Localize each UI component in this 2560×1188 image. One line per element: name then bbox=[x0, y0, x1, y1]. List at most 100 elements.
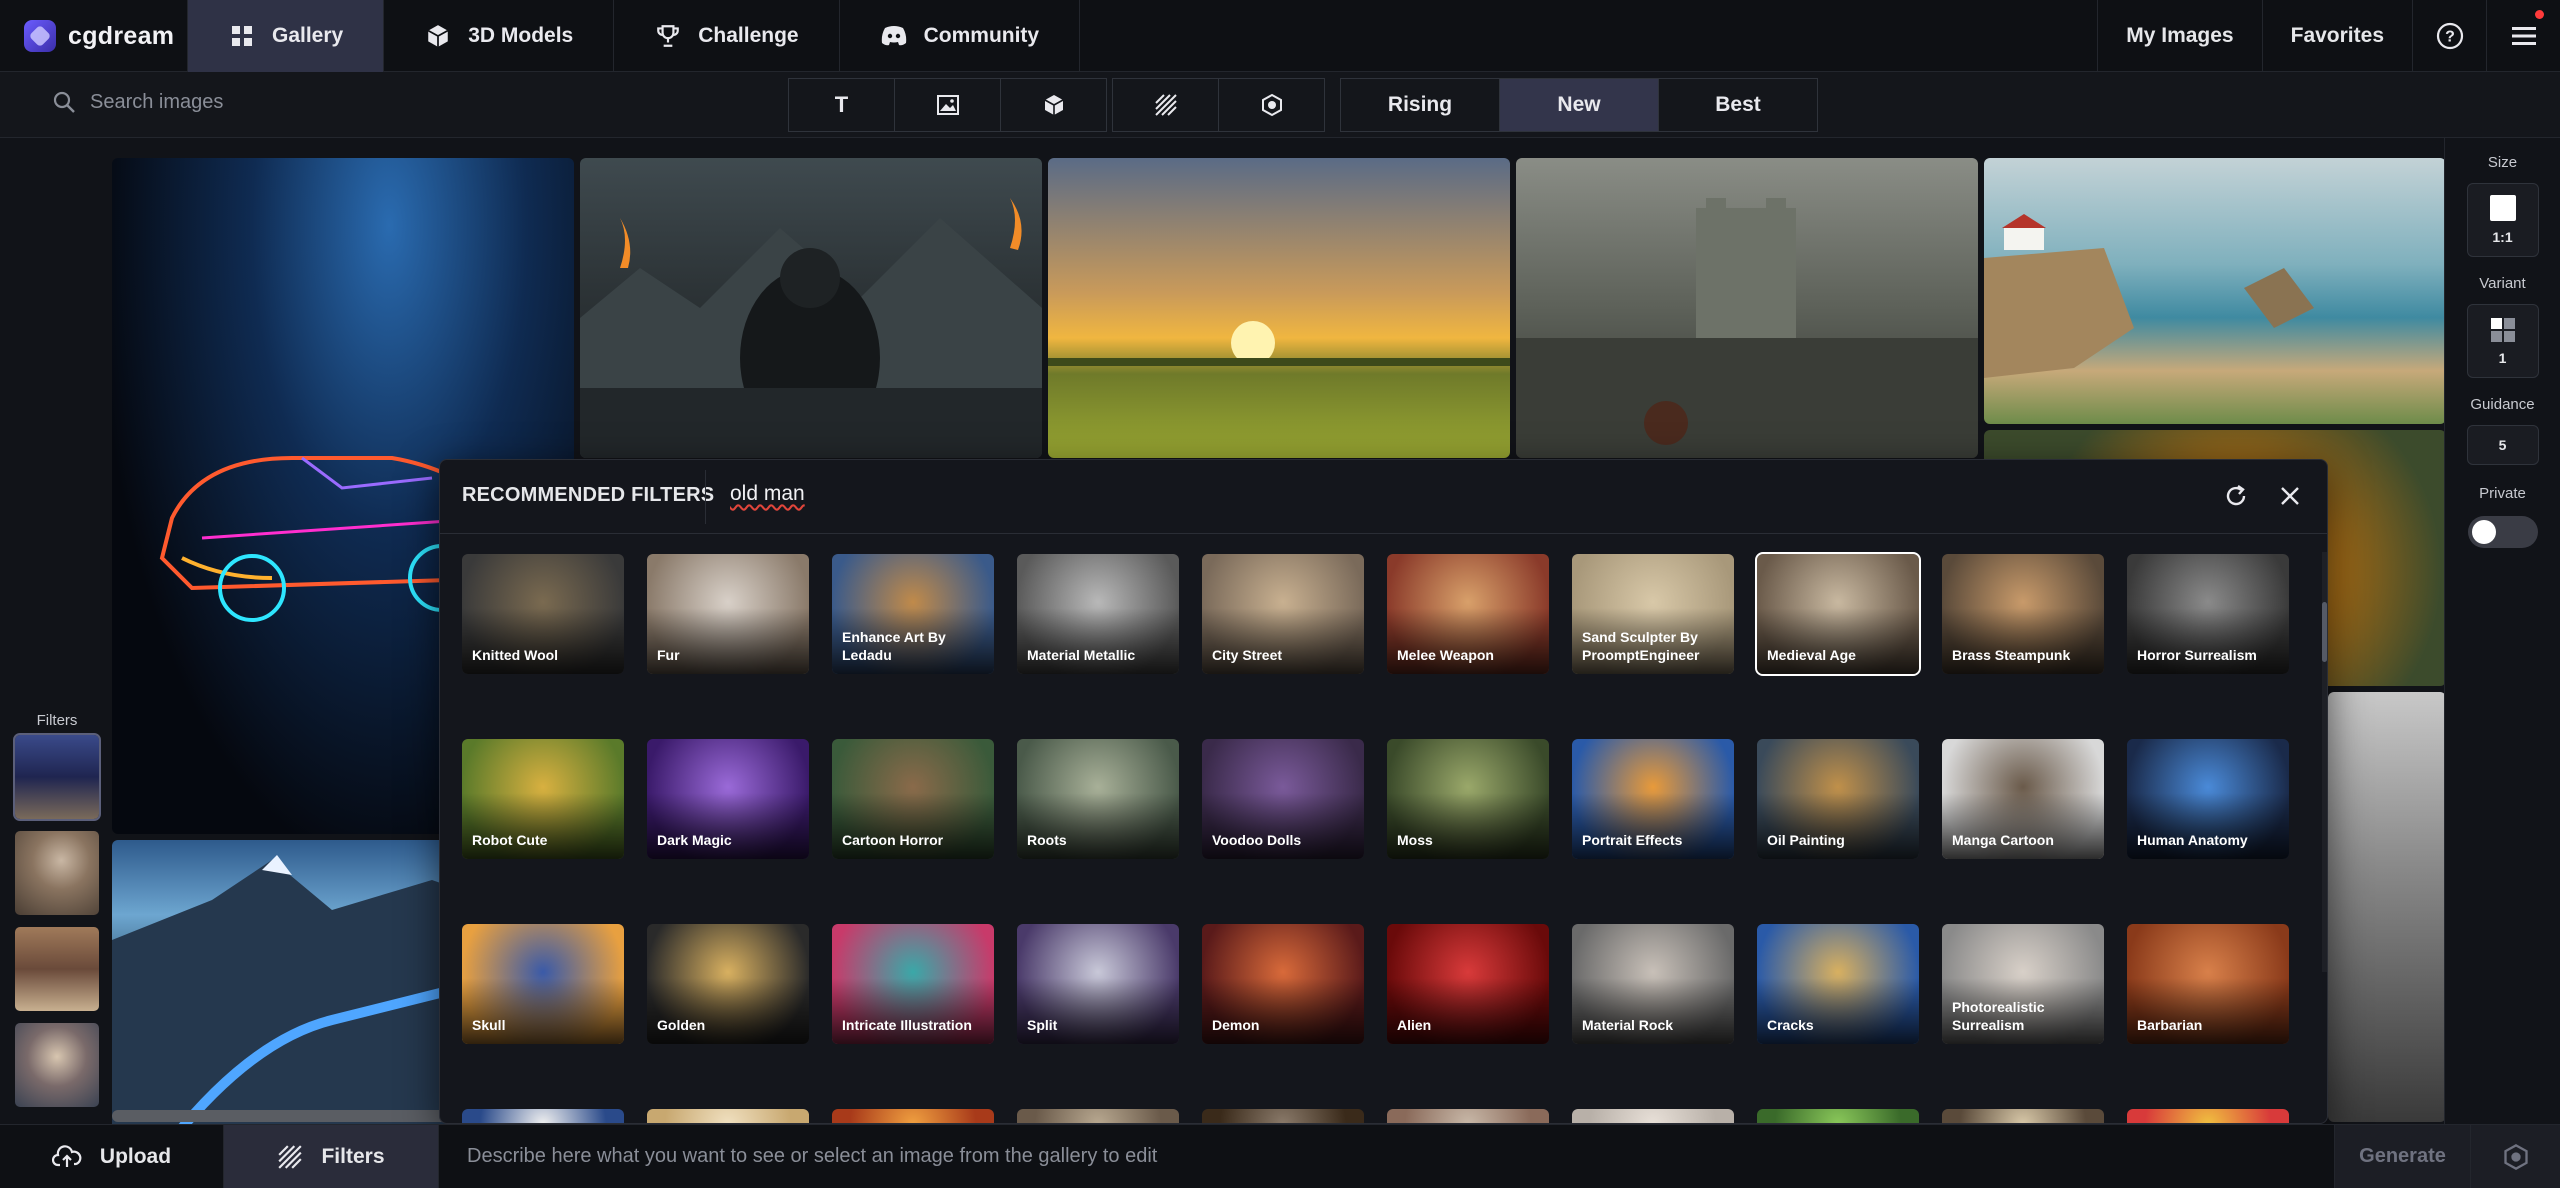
hamburger-menu-icon bbox=[2511, 27, 2536, 45]
filter-card[interactable]: Horror Surrealism bbox=[2127, 554, 2289, 674]
sort-best-button[interactable]: Best bbox=[1658, 78, 1818, 132]
filter-card[interactable]: Roots bbox=[1017, 739, 1179, 859]
filter-thumb-wizard[interactable] bbox=[13, 733, 101, 821]
generate-options-button[interactable] bbox=[2470, 1125, 2560, 1188]
filter-card[interactable] bbox=[1017, 1109, 1179, 1123]
filter-card[interactable]: Human Anatomy bbox=[2127, 739, 2289, 859]
filter-card[interactable] bbox=[647, 1109, 809, 1123]
filter-card[interactable]: Oil Painting bbox=[1757, 739, 1919, 859]
filter-card[interactable]: City Street bbox=[1202, 554, 1364, 674]
filters-label: Filters bbox=[321, 1145, 385, 1168]
filter-card-label: Cracks bbox=[1767, 1016, 1814, 1033]
filter-card[interactable]: Fur bbox=[647, 554, 809, 674]
filter-thumb-fighters[interactable] bbox=[15, 927, 99, 1011]
filter-search-input[interactable]: old man bbox=[730, 482, 805, 506]
tab-community[interactable]: Community bbox=[840, 0, 1081, 72]
filter-card[interactable]: Moss bbox=[1387, 739, 1549, 859]
filter-card[interactable]: Medieval Age bbox=[1755, 552, 1921, 676]
generate-button[interactable]: Generate bbox=[2334, 1125, 2470, 1188]
variant-selector[interactable]: 1 bbox=[2466, 304, 2539, 378]
filter-card[interactable] bbox=[1572, 1109, 1734, 1123]
filter-card[interactable]: Enhance Art By Ledadu bbox=[832, 554, 994, 674]
sort-rising-button[interactable]: Rising bbox=[1340, 78, 1500, 132]
filter-card-label: City Street bbox=[1212, 646, 1283, 663]
filters-button[interactable]: Filters bbox=[224, 1125, 439, 1188]
filter-card[interactable]: Split bbox=[1017, 924, 1179, 1044]
type-text-button[interactable]: T bbox=[788, 78, 895, 132]
filter-card[interactable] bbox=[1387, 1109, 1549, 1123]
filter-card[interactable]: Portrait Effects bbox=[1572, 739, 1734, 859]
gallery-image-monochrome[interactable] bbox=[2328, 692, 2446, 1122]
favorites-link[interactable]: Favorites bbox=[2261, 0, 2412, 72]
filter-card[interactable] bbox=[2127, 1109, 2289, 1123]
tab-gallery[interactable]: Gallery bbox=[188, 0, 385, 72]
filter-card[interactable]: Golden bbox=[647, 924, 809, 1044]
upload-button[interactable]: Upload bbox=[0, 1125, 224, 1188]
type-image-button[interactable] bbox=[894, 78, 1001, 132]
tab-challenge[interactable]: Challenge bbox=[614, 0, 840, 72]
close-button[interactable] bbox=[2274, 480, 2306, 512]
guidance-input[interactable]: 5 bbox=[2466, 425, 2539, 465]
private-toggle[interactable] bbox=[2467, 516, 2538, 548]
type-3d-button[interactable] bbox=[1000, 78, 1107, 132]
filter-scrollbar[interactable] bbox=[2322, 552, 2327, 972]
filter-card[interactable] bbox=[462, 1109, 624, 1123]
gallery-image-ruined-castle[interactable] bbox=[1516, 158, 1978, 458]
filter-card[interactable]: Knitted Wool bbox=[462, 554, 624, 674]
filter-card[interactable]: Alien bbox=[1387, 924, 1549, 1044]
filter-card[interactable] bbox=[1202, 1109, 1364, 1123]
filter-card[interactable]: Sand Sculpter By ProomptEngineer bbox=[1572, 554, 1734, 674]
filter-card[interactable]: Barbarian bbox=[2127, 924, 2289, 1044]
filter-card-label: Material Rock bbox=[1582, 1016, 1674, 1033]
filter-card[interactable] bbox=[1942, 1109, 2104, 1123]
sort-new-button[interactable]: New bbox=[1499, 78, 1659, 132]
upload-cloud-icon bbox=[51, 1145, 82, 1167]
filter-card-shade bbox=[1757, 793, 1919, 859]
filter-card-shade bbox=[832, 978, 994, 1044]
prompt-input[interactable]: Describe here what you want to see or se… bbox=[439, 1125, 2334, 1188]
filter-thumb-old-man[interactable] bbox=[15, 831, 99, 915]
search-input[interactable]: Search images bbox=[90, 91, 223, 114]
filter-card-label: Robot Cute bbox=[472, 831, 548, 848]
filter-card[interactable]: Cartoon Horror bbox=[832, 739, 994, 859]
gallery-image-gorilla[interactable] bbox=[580, 158, 1042, 458]
filter-card[interactable]: Cracks bbox=[1757, 924, 1919, 1044]
search-bar[interactable]: Search images bbox=[52, 90, 223, 114]
size-selector[interactable]: 1:1 bbox=[2466, 183, 2539, 257]
square-ratio-icon bbox=[2489, 195, 2516, 221]
filter-card[interactable]: Manga Cartoon bbox=[1942, 739, 2104, 859]
filter-card[interactable]: Voodoo Dolls bbox=[1202, 739, 1364, 859]
filter-card[interactable] bbox=[832, 1109, 994, 1123]
filter-thumb-viking[interactable] bbox=[15, 1023, 99, 1107]
filter-card-label: Brass Steampunk bbox=[1952, 646, 2071, 663]
tab-3d-models[interactable]: 3D Models bbox=[384, 0, 615, 72]
discord-icon bbox=[880, 22, 908, 50]
filter-card-shade bbox=[1202, 978, 1364, 1044]
filter-card[interactable] bbox=[1757, 1109, 1919, 1123]
filter-card[interactable]: Melee Weapon bbox=[1387, 554, 1549, 674]
filter-card[interactable]: Brass Steampunk bbox=[1942, 554, 2104, 674]
filter-card[interactable]: Intricate Illustration bbox=[832, 924, 994, 1044]
notification-dot bbox=[2535, 10, 2544, 19]
gallery-image-sunset-field[interactable] bbox=[1048, 158, 1510, 458]
filter-card-label: Cartoon Horror bbox=[842, 831, 944, 848]
filter-card[interactable]: Material Rock bbox=[1572, 924, 1734, 1044]
search-icon bbox=[53, 91, 75, 113]
refresh-button[interactable] bbox=[2220, 480, 2252, 512]
app-logo[interactable]: cgdream bbox=[0, 0, 188, 72]
type-hdri-button[interactable] bbox=[1218, 78, 1325, 132]
filter-card[interactable]: Material Metallic bbox=[1017, 554, 1179, 674]
filter-card[interactable]: Dark Magic bbox=[647, 739, 809, 859]
gallery-image-coastline[interactable] bbox=[1984, 158, 2446, 424]
filter-card[interactable]: Skull bbox=[462, 924, 624, 1044]
filter-card[interactable]: Robot Cute bbox=[462, 739, 624, 859]
type-texture-button[interactable] bbox=[1112, 78, 1219, 132]
top-navigation: cgdream Gallery 3D Models Challenge Comm… bbox=[0, 0, 2560, 72]
scrollbar-thumb[interactable] bbox=[2322, 602, 2327, 662]
filter-card[interactable]: Photorealistic Surrealism bbox=[1942, 924, 2104, 1044]
app-name: cgdream bbox=[68, 21, 175, 50]
filter-card[interactable]: Demon bbox=[1202, 924, 1364, 1044]
my-images-link[interactable]: My Images bbox=[2097, 0, 2261, 72]
help-button[interactable]: ? bbox=[2412, 0, 2486, 72]
menu-button[interactable] bbox=[2486, 0, 2560, 72]
